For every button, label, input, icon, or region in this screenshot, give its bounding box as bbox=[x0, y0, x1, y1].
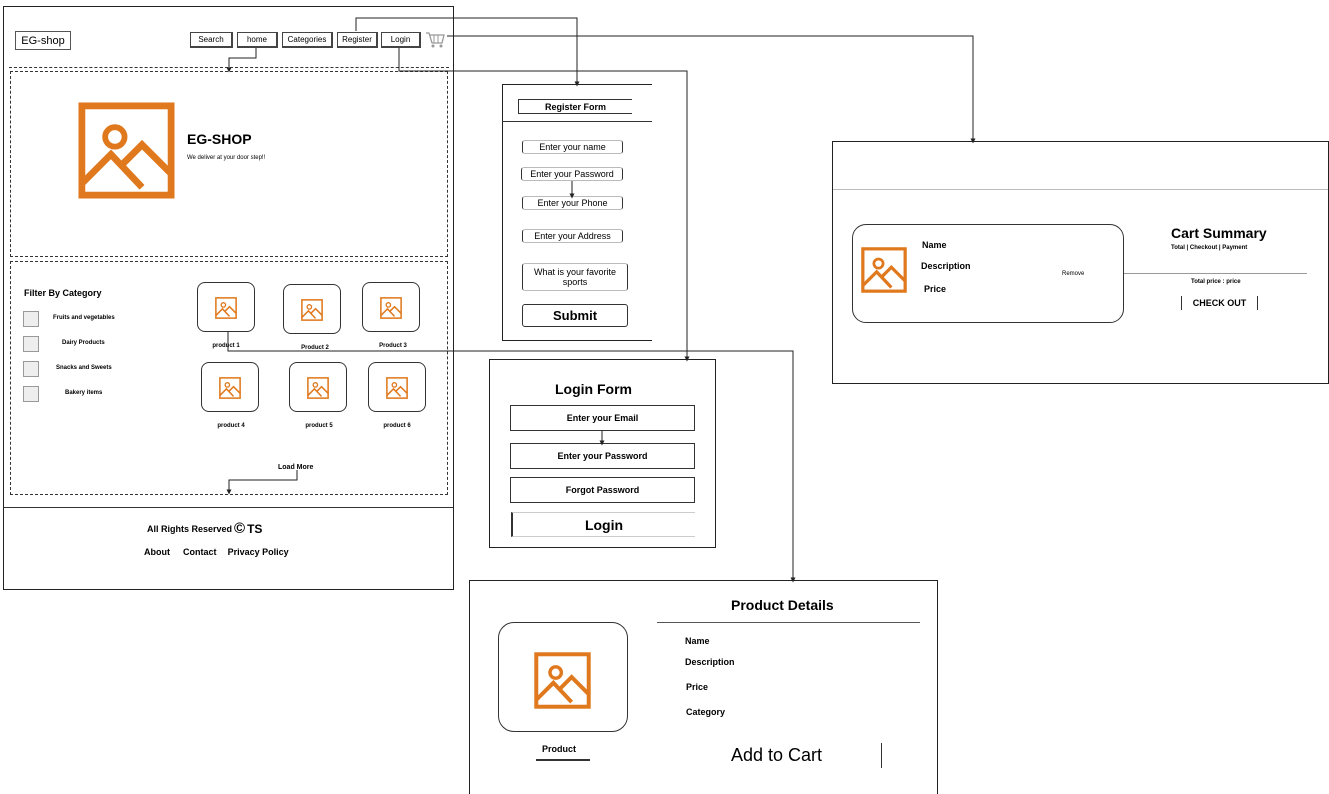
cart-remove-button[interactable]: Remove bbox=[1062, 271, 1084, 277]
login-password-field[interactable]: Enter your Password bbox=[510, 443, 695, 469]
category-label-snacks: Snacks and Sweets bbox=[56, 365, 112, 371]
nav-login-button[interactable]: Login bbox=[381, 32, 421, 48]
footer-link-about[interactable]: About bbox=[144, 547, 170, 557]
copyright-icon: © bbox=[234, 520, 246, 537]
footer-rights: All Rights Reserved © TS bbox=[147, 520, 262, 537]
category-checkbox-dairy[interactable] bbox=[23, 336, 39, 352]
register-phone-field[interactable]: Enter your Phone bbox=[522, 196, 623, 210]
register-password-field[interactable]: Enter your Password bbox=[521, 167, 623, 181]
category-checkbox-snacks[interactable] bbox=[23, 361, 39, 377]
details-description: Description bbox=[685, 657, 735, 667]
details-price: Price bbox=[686, 682, 709, 692]
home-page-frame: EG-shop Search home Categories Register … bbox=[3, 6, 454, 590]
cart-item-image-icon bbox=[861, 247, 907, 293]
nav-home-button[interactable]: home bbox=[237, 32, 278, 48]
product-card-2[interactable] bbox=[283, 284, 341, 334]
register-form-frame bbox=[502, 84, 652, 341]
register-title: Register Form bbox=[518, 99, 632, 114]
product-card-5[interactable] bbox=[289, 362, 347, 412]
nav-register-button[interactable]: Register bbox=[337, 32, 378, 48]
cart-total: Total price : price bbox=[1191, 279, 1241, 285]
forgot-password-link[interactable]: Forgot Password bbox=[510, 477, 695, 503]
product-image-icon bbox=[380, 297, 402, 319]
product-label-3: Product 3 bbox=[379, 343, 407, 349]
product-card-3[interactable] bbox=[362, 282, 420, 332]
nav-categories-button[interactable]: Categories bbox=[282, 32, 333, 48]
cart-summary-subtitle: Total | Checkout | Payment bbox=[1171, 245, 1248, 251]
login-email-field[interactable]: Enter your Email bbox=[510, 405, 695, 431]
cart-summary-title: Cart Summary bbox=[1171, 225, 1267, 241]
category-label-dairy: Dairy Products bbox=[62, 340, 105, 346]
add-to-cart-edge bbox=[881, 743, 882, 768]
footer-links: About Contact Privacy Policy bbox=[144, 547, 289, 557]
footer-link-privacy[interactable]: Privacy Policy bbox=[228, 547, 289, 557]
cart-header-divider bbox=[833, 189, 1328, 190]
details-category: Category bbox=[686, 707, 726, 717]
product-image-icon bbox=[386, 377, 408, 399]
product-image-icon bbox=[219, 377, 241, 399]
product-card-4[interactable] bbox=[201, 362, 259, 412]
category-label-bakery: Bakery items bbox=[65, 390, 103, 396]
product-label-1: product 1 bbox=[212, 343, 240, 349]
register-name-field[interactable]: Enter your name bbox=[522, 140, 623, 154]
filter-title: Filter By Category bbox=[24, 288, 102, 298]
footer-divider bbox=[4, 507, 453, 508]
nav-search-button[interactable]: Search bbox=[190, 32, 233, 48]
cart-item-price: Price bbox=[924, 284, 947, 294]
product-card-1[interactable] bbox=[197, 282, 255, 332]
register-submit-button[interactable]: Submit bbox=[522, 304, 628, 327]
cart-summary-divider bbox=[1124, 273, 1307, 274]
product-image-icon bbox=[307, 377, 329, 399]
hero-image-icon bbox=[78, 102, 175, 199]
category-label-fruits: Fruits and vegetables bbox=[53, 315, 115, 321]
cart-item-description: Description bbox=[921, 261, 971, 271]
register-sports-field[interactable]: What is your favorite sports bbox=[522, 263, 628, 291]
footer-rights-text: All Rights Reserved bbox=[147, 523, 233, 534]
product-image-icon bbox=[215, 297, 237, 319]
register-address-field[interactable]: Enter your Address bbox=[522, 229, 623, 243]
register-divider bbox=[502, 121, 652, 122]
cart-item-name: Name bbox=[922, 240, 947, 250]
details-product-underline bbox=[536, 759, 590, 761]
details-product-label: Product bbox=[542, 744, 577, 754]
add-to-cart-button[interactable]: Add to Cart bbox=[731, 745, 822, 766]
details-title-divider bbox=[657, 622, 920, 623]
details-name: Name bbox=[685, 636, 710, 646]
product-label-6: product 6 bbox=[383, 423, 411, 429]
footer-ts: TS bbox=[247, 521, 263, 536]
load-more-button[interactable]: Load More bbox=[278, 464, 313, 471]
header-divider bbox=[9, 67, 449, 68]
details-title: Product Details bbox=[731, 597, 834, 613]
product-label-5: product 5 bbox=[305, 423, 333, 429]
hero-title: EG-SHOP bbox=[187, 131, 252, 147]
product-image-icon bbox=[301, 299, 323, 321]
category-checkbox-bakery[interactable] bbox=[23, 386, 39, 402]
login-button[interactable]: Login bbox=[511, 512, 695, 537]
footer-link-contact[interactable]: Contact bbox=[183, 547, 217, 557]
category-checkbox-fruits[interactable] bbox=[23, 311, 39, 327]
logo[interactable]: EG-shop bbox=[15, 31, 71, 50]
product-label-2: Product 2 bbox=[301, 345, 329, 351]
hero-tagline: We deliver at your door step!! bbox=[187, 155, 266, 161]
checkout-button[interactable]: CHECK OUT bbox=[1181, 296, 1258, 310]
hero-section bbox=[10, 71, 448, 257]
cart-icon[interactable] bbox=[425, 31, 445, 49]
details-image-icon bbox=[534, 652, 591, 709]
login-title: Login Form bbox=[555, 381, 632, 397]
product-label-4: product 4 bbox=[217, 423, 245, 429]
product-card-6[interactable] bbox=[368, 362, 426, 412]
